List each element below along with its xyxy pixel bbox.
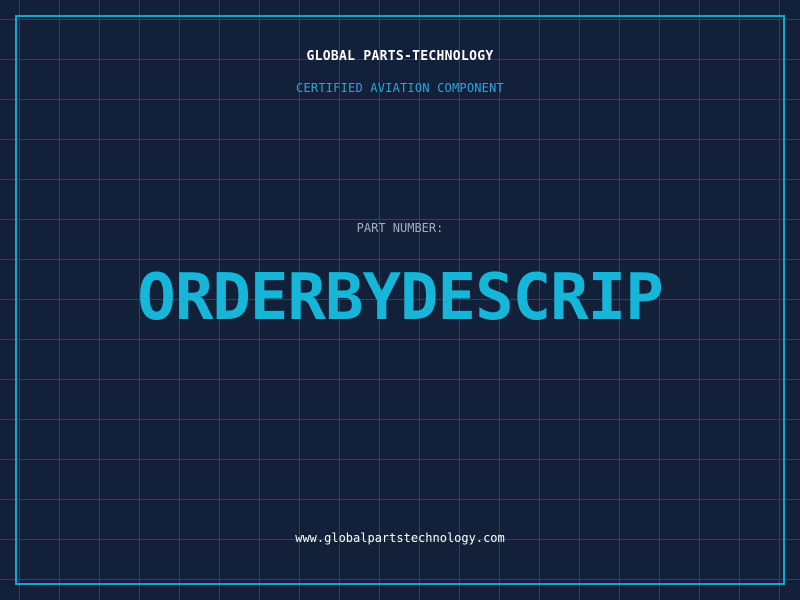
part-number-value: ORDERBYDESCRIP [137, 261, 663, 335]
company-name: GLOBAL PARTS-TECHNOLOGY [306, 49, 494, 64]
part-number-label: PART NUMBER: [356, 221, 444, 235]
certification-subtitle: CERTIFIED AVIATION COMPONENT [296, 81, 504, 95]
website-link[interactable]: www.globalpartstechnology.com [0, 531, 800, 546]
